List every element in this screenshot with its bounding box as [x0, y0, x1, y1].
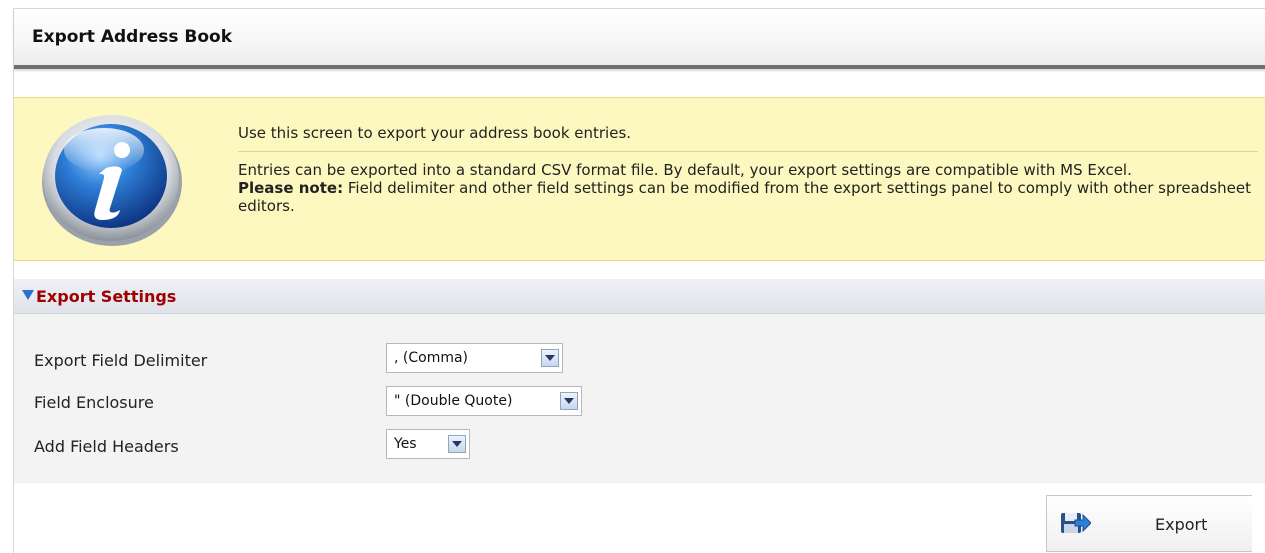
field-delimiter-value: , (Comma) — [394, 350, 469, 366]
info-box: Use this screen to export your address b… — [14, 97, 1265, 261]
export-button[interactable]: Export — [1046, 495, 1252, 552]
info-icon — [36, 108, 186, 248]
export-button-label: Export — [1155, 515, 1208, 534]
field-enclosure-label: Field Enclosure — [34, 393, 154, 412]
field-enclosure-select[interactable]: " (Double Quote) — [386, 386, 582, 416]
field-enclosure-value: " (Double Quote) — [394, 393, 513, 409]
field-headers-value: Yes — [394, 436, 417, 452]
export-address-book-panel: Export Address Book Use this screen to e… — [13, 8, 1265, 553]
field-delimiter-label: Export Field Delimiter — [34, 351, 208, 370]
export-settings-header[interactable]: Export Settings — [14, 279, 1265, 314]
info-description: Entries can be exported into a standard … — [238, 161, 1263, 215]
save-export-icon — [1061, 511, 1092, 539]
field-headers-select[interactable]: Yes — [386, 429, 470, 459]
field-delimiter-select[interactable]: , (Comma) — [386, 343, 563, 373]
info-note-label: Please note: — [238, 179, 344, 197]
info-divider — [238, 151, 1258, 152]
export-settings-title: Export Settings — [36, 287, 177, 306]
chevron-down-icon[interactable] — [448, 435, 466, 453]
title-bar: Export Address Book — [14, 9, 1265, 69]
info-note-text: Field delimiter and other field settings… — [238, 179, 1251, 215]
info-note: Please note: Field delimiter and other f… — [238, 179, 1263, 215]
chevron-down-icon[interactable] — [560, 392, 578, 410]
export-settings-panel: Export Settings Export Field Delimiter ,… — [14, 279, 1265, 483]
info-csv-text: Entries can be exported into a standard … — [238, 161, 1132, 179]
info-intro-text: Use this screen to export your address b… — [238, 124, 632, 142]
page-title: Export Address Book — [32, 27, 233, 47]
field-headers-label: Add Field Headers — [34, 437, 179, 456]
chevron-down-icon[interactable] — [541, 349, 559, 367]
collapse-triangle-icon[interactable] — [22, 290, 34, 300]
